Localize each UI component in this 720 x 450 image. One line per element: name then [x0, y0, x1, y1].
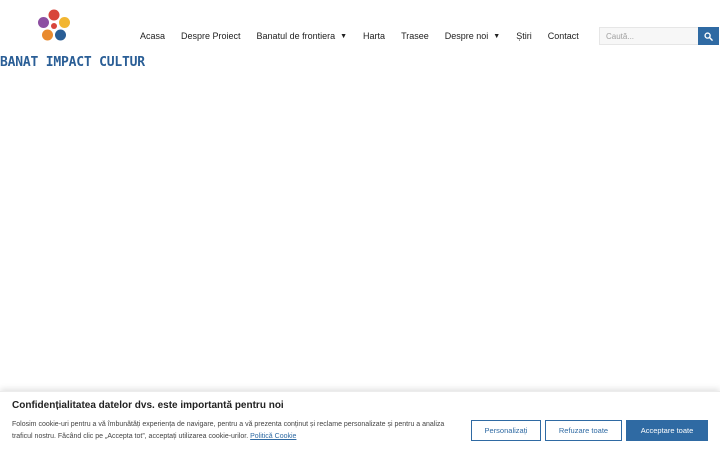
nav-label: Știri: [516, 31, 532, 41]
nav-item-stiri[interactable]: Știri: [516, 31, 532, 41]
search-input[interactable]: [599, 27, 699, 45]
nav-item-acasa[interactable]: Acasa: [140, 31, 165, 41]
cookie-policy-link[interactable]: Politică Cookie: [250, 433, 296, 440]
nav-label: Harta: [363, 31, 386, 41]
caret-down-icon: ▼: [340, 32, 348, 40]
search-icon: [704, 31, 713, 41]
nav-item-contact[interactable]: Contact: [548, 31, 579, 41]
logo-wordmark: BANAT IMPACT CULTUR: [0, 55, 145, 70]
nav-label: Despre noi: [444, 31, 489, 41]
nav-label: Banatul de frontiera: [256, 31, 336, 41]
search-button[interactable]: [698, 27, 719, 45]
main-nav: Acasa Despre Proiect Banatul de frontier…: [140, 27, 595, 45]
nav-item-despre-noi[interactable]: Despre noi ▼: [445, 31, 500, 41]
cookie-text: Folosim cookie-uri pentru a vă îmbunătăț…: [12, 421, 445, 440]
reject-all-button[interactable]: Refuzare toate: [545, 420, 622, 441]
customize-button[interactable]: Personalizați: [471, 420, 541, 441]
cookie-description: Folosim cookie-uri pentru a vă îmbunătăț…: [12, 419, 464, 443]
site-logo[interactable]: BANAT IMPACT CULTUR: [0, 8, 145, 70]
site-header: BANAT IMPACT CULTUR Acasa Despre Proiect…: [0, 0, 720, 72]
nav-label: Contact: [547, 31, 579, 41]
logo-emblem-icon: [38, 9, 70, 41]
nav-item-despre-proiect[interactable]: Despre Proiect: [181, 31, 241, 41]
accept-all-button[interactable]: Acceptare toate: [626, 420, 708, 441]
caret-down-icon: ▼: [493, 32, 501, 40]
nav-item-harta[interactable]: Harta: [363, 31, 385, 41]
nav-label: Trasee: [401, 31, 429, 41]
nav-item-banatul-de-frontiera[interactable]: Banatul de frontiera ▼: [257, 31, 348, 41]
nav-label: Despre Proiect: [181, 31, 241, 41]
search-form: [599, 27, 720, 45]
cookie-title: Confidențialitatea datelor dvs. este imp…: [12, 400, 284, 411]
nav-item-trasee[interactable]: Trasee: [401, 31, 429, 41]
cookie-consent-banner: Confidențialitatea datelor dvs. este imp…: [0, 391, 720, 450]
nav-label: Acasa: [140, 31, 166, 41]
